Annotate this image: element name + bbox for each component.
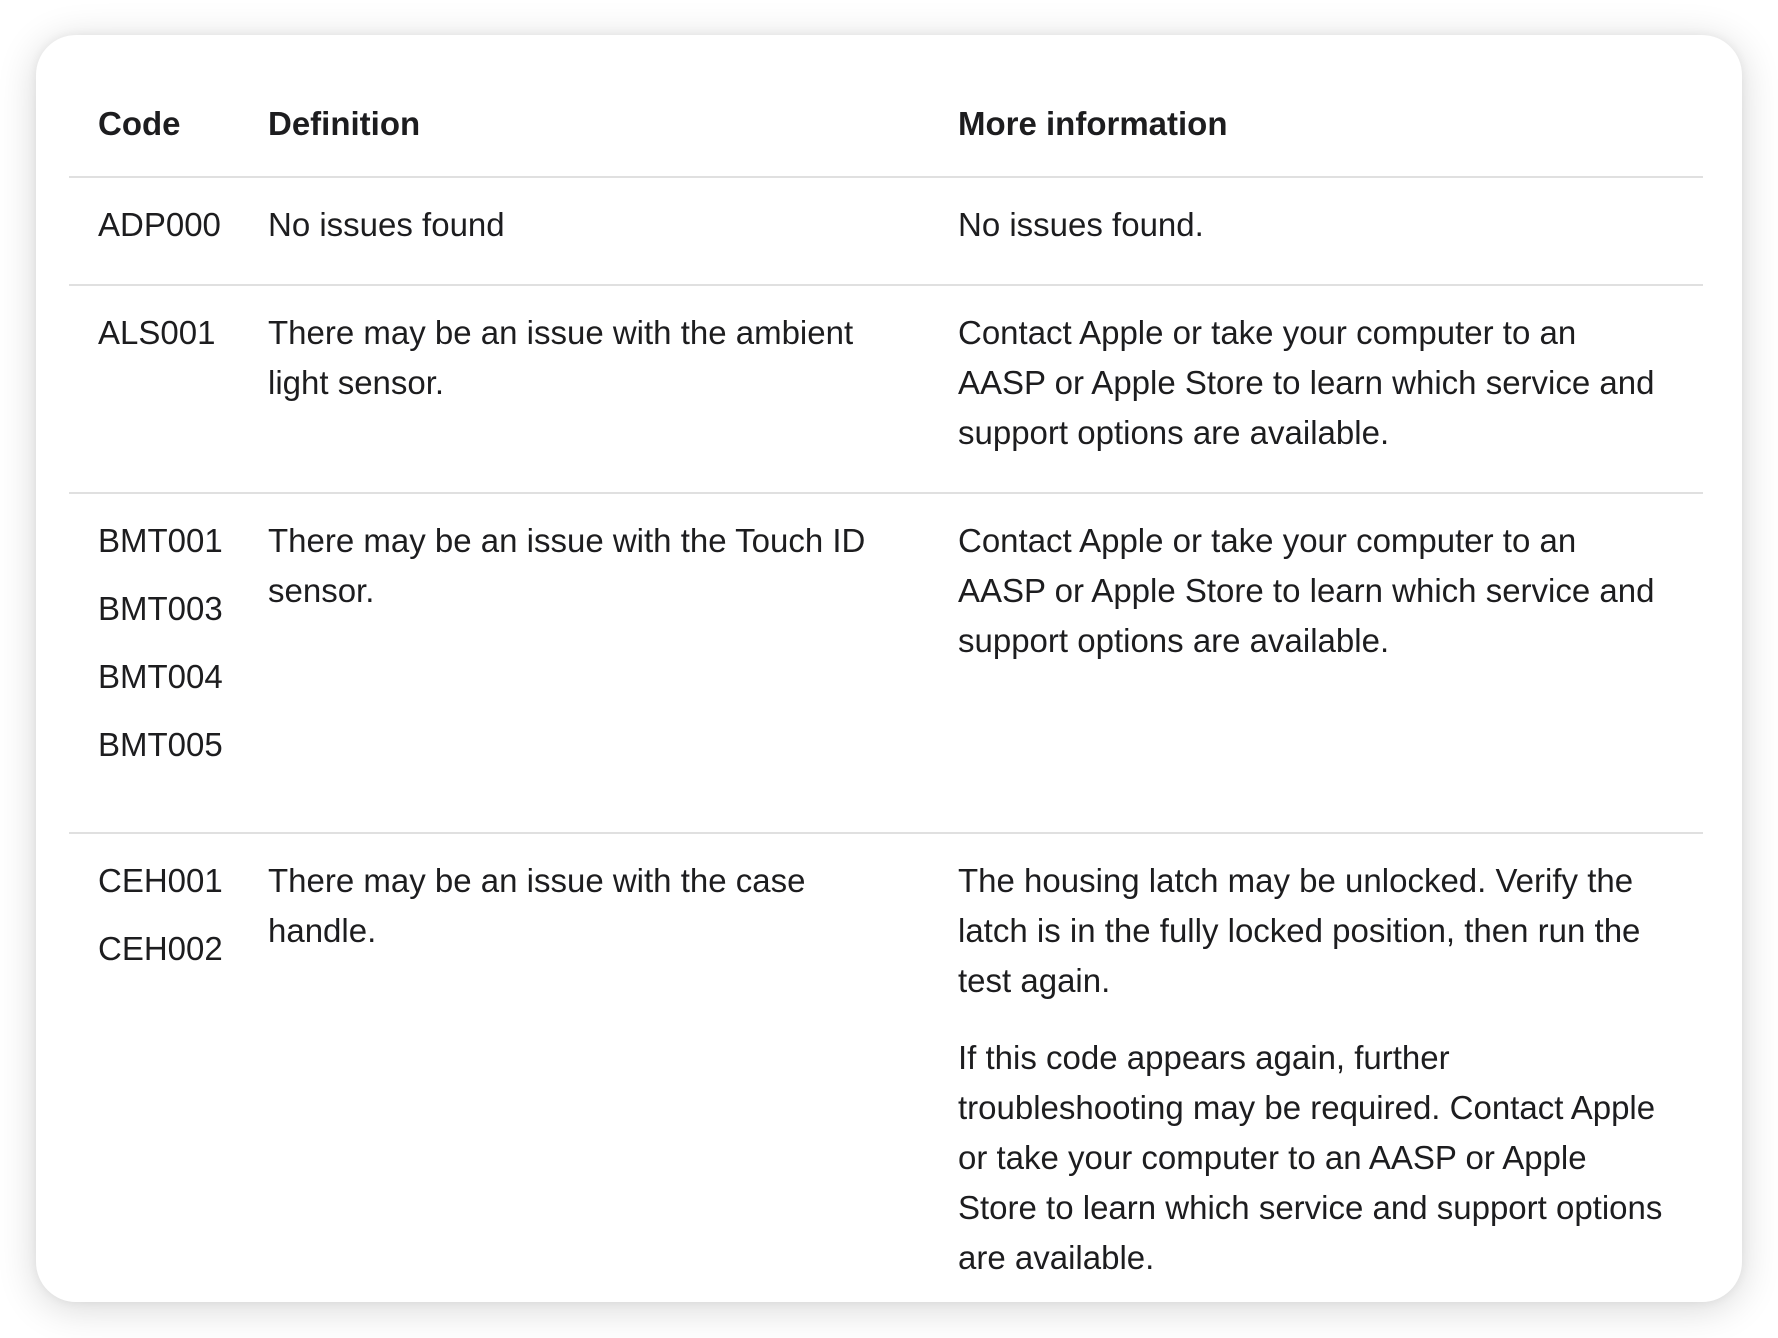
more-info-cell: The housing latch may be unlocked. Verif… xyxy=(958,834,1703,1302)
more-info-cell: No issues found. xyxy=(958,178,1703,284)
definition-cell: No issues found xyxy=(268,206,505,243)
more-info-cell: Contact Apple or take your computer to a… xyxy=(958,286,1703,492)
table-row: CEH001 CEH002 There may be an issue with… xyxy=(69,834,1703,1302)
code-value: BMT004 xyxy=(98,658,223,695)
table-row: BMT001 BMT003 BMT004 BMT005 There may be… xyxy=(69,494,1703,834)
more-info-paragraph: The housing latch may be unlocked. Verif… xyxy=(958,862,1641,999)
code-cell: ADP000 xyxy=(69,178,268,284)
diagnostics-codes-table: Code Definition More information ADP000 … xyxy=(69,35,1703,1302)
code-value: CEH001 xyxy=(98,862,223,899)
code-value: BMT005 xyxy=(98,726,223,763)
definition-cell: There may be an issue with the Touch ID … xyxy=(268,522,866,609)
header-more-information: More information xyxy=(958,105,1228,142)
diagnostics-table-card: Code Definition More information ADP000 … xyxy=(36,35,1742,1302)
code-value: BMT003 xyxy=(98,590,223,627)
table-row: ADP000 No issues found No issues found. xyxy=(69,178,1703,286)
table-header-row: Code Definition More information xyxy=(69,35,1703,178)
definition-cell: There may be an issue with the ambient l… xyxy=(268,314,854,401)
more-info-paragraph: No issues found. xyxy=(958,206,1204,243)
more-info-paragraph: Contact Apple or take your computer to a… xyxy=(958,522,1655,659)
header-code: Code xyxy=(98,105,181,142)
code-value: ADP000 xyxy=(98,206,221,243)
definition-cell: There may be an issue with the case hand… xyxy=(268,862,806,949)
more-info-cell: Contact Apple or take your computer to a… xyxy=(958,494,1703,832)
code-value: CEH002 xyxy=(98,930,223,967)
more-info-paragraph: Contact Apple or take your computer to a… xyxy=(958,314,1655,451)
code-value: BMT001 xyxy=(98,522,223,559)
code-cell: ALS001 xyxy=(69,286,268,492)
header-definition: Definition xyxy=(268,105,421,142)
code-value: ALS001 xyxy=(98,314,216,351)
table-row: ALS001 There may be an issue with the am… xyxy=(69,286,1703,494)
code-cell: CEH001 CEH002 xyxy=(69,834,268,1302)
more-info-paragraph: If this code appears again, further trou… xyxy=(958,1039,1663,1276)
code-cell: BMT001 BMT003 BMT004 BMT005 xyxy=(69,494,268,832)
